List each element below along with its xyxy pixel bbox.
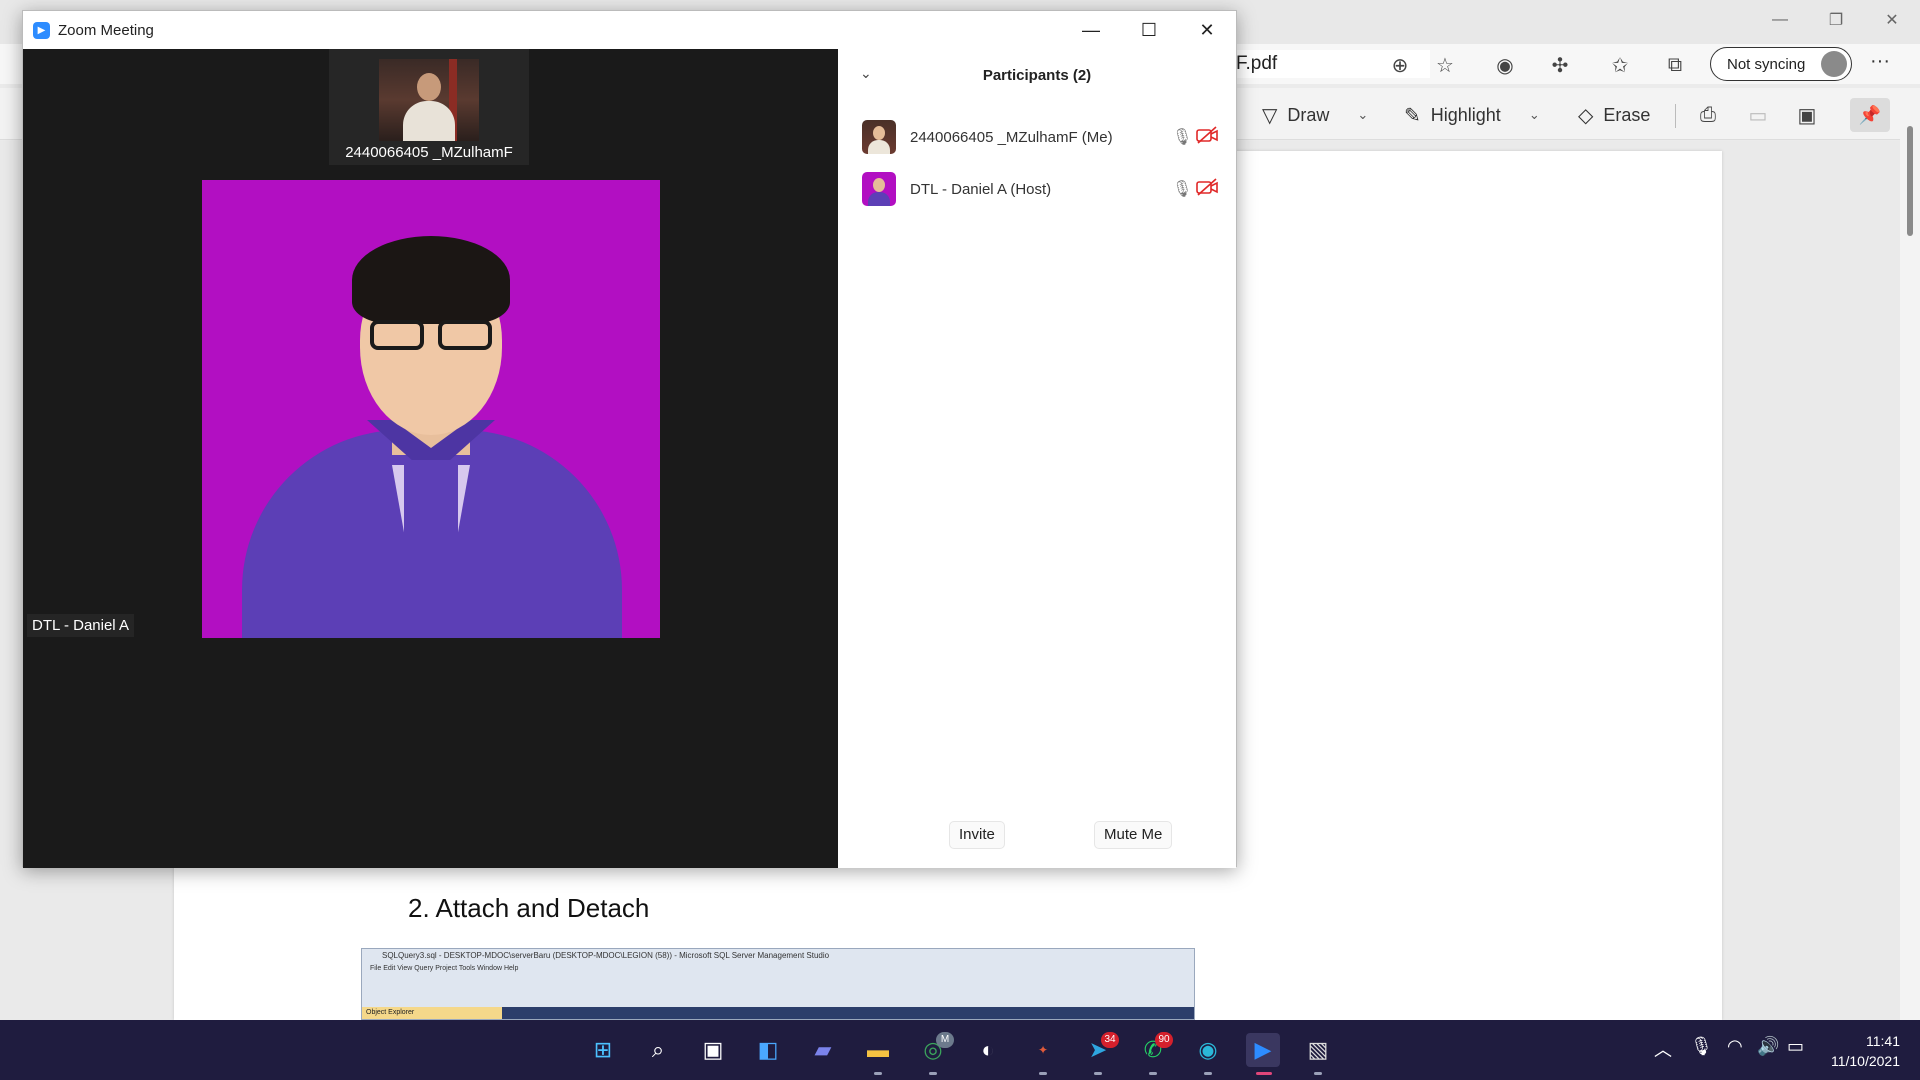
edge-minimize-icon[interactable]: —: [1752, 0, 1808, 40]
zoom-meeting-window: ▶ Zoom Meeting — ☐ ✕ 2440066405 _MZulham…: [22, 10, 1237, 868]
add-favorite-icon[interactable]: ☆: [1430, 50, 1460, 80]
pdf-embedded-screenshot: SQLQuery3.sql - DESKTOP-MDOC\serverBaru …: [361, 948, 1195, 1020]
invite-button[interactable]: Invite: [949, 821, 1005, 849]
zoom-title-bar: ▶ Zoom Meeting — ☐ ✕: [23, 11, 1236, 49]
draw-label: Draw: [1287, 104, 1330, 125]
chevron-down-icon[interactable]: ⌄: [1357, 107, 1368, 123]
taskbar: [0, 1020, 1920, 1080]
self-video-photo: [379, 59, 479, 141]
widgets-icon[interactable]: ◧: [751, 1033, 785, 1067]
self-video-thumbnail[interactable]: 2440066405 _MZulhamF: [329, 49, 529, 165]
draw-icon: ▽: [1262, 104, 1278, 127]
print-icon[interactable]: ⎙: [1693, 100, 1723, 130]
start-windows-icon[interactable]: ⊞: [586, 1033, 620, 1067]
zoom-logo-icon: ▶: [33, 21, 50, 39]
pdf-scrollbar[interactable]: [1900, 88, 1920, 1020]
file-explorer-icon[interactable]: ▬: [861, 1033, 895, 1067]
app-running-indicator: [1314, 1072, 1322, 1075]
speaker-glasses: [370, 320, 492, 350]
participants-panel: ⌄ Participants (2) 2440066405 _MZulhamF …: [838, 49, 1236, 868]
collections-icon[interactable]: ⧉: [1660, 50, 1690, 80]
app-running-indicator: [874, 1072, 882, 1075]
telegram-unread-badge: 34: [1101, 1032, 1119, 1048]
video-area: 2440066405 _MZulhamF DTL - Daniel A: [23, 49, 838, 868]
edge-restore-icon[interactable]: ❐: [1808, 0, 1864, 40]
volume-icon[interactable]: 🔊: [1757, 1036, 1779, 1057]
avatar: [862, 172, 896, 206]
video-off-icon[interactable]: [1192, 125, 1222, 149]
sync-status-label: Not syncing: [1727, 55, 1806, 73]
app-running-indicator: [929, 1072, 937, 1075]
app-running-indicator: [1149, 1072, 1157, 1075]
active-speaker-name-tag: DTL - Daniel A: [27, 614, 134, 637]
mute-me-button[interactable]: Mute Me: [1094, 821, 1173, 849]
maximize-icon[interactable]: ☐: [1120, 11, 1178, 49]
scrollbar-thumb[interactable]: [1907, 126, 1913, 236]
app-running-indicator: [1204, 1072, 1212, 1075]
chrome-profile-badge: M: [936, 1032, 954, 1048]
highlight-icon: ✎: [1404, 104, 1421, 127]
wifi-icon[interactable]: ◠: [1727, 1036, 1743, 1057]
app-active-indicator: [1256, 1072, 1272, 1075]
profile-avatar-icon: [1821, 51, 1847, 77]
embedded-title: SQLQuery3.sql - DESKTOP-MDOC\serverBaru …: [382, 951, 830, 960]
avatar: [862, 120, 896, 154]
close-icon[interactable]: ✕: [1178, 11, 1236, 49]
draw-tool-button[interactable]: ▽ Draw ⌄: [1262, 100, 1368, 130]
battery-icon[interactable]: ▭: [1787, 1036, 1804, 1057]
app-running-indicator: [1094, 1072, 1102, 1075]
participant-name: 2440066405 _MZulhamF (Me): [910, 128, 1113, 146]
toolbar-divider: [1675, 104, 1676, 128]
whatsapp-unread-badge: 90: [1155, 1032, 1173, 1048]
edge-icon[interactable]: ◉: [1191, 1033, 1225, 1067]
highlight-label: Highlight: [1430, 104, 1501, 125]
zoom-window-title: Zoom Meeting: [58, 21, 154, 39]
teams-chat-icon[interactable]: ▰: [806, 1033, 840, 1067]
edge-window-controls: — ❐ ✕: [1752, 0, 1920, 40]
eraser-icon: ◇: [1578, 104, 1594, 127]
pin-toolbar-icon[interactable]: 📌: [1850, 98, 1890, 132]
steam-icon[interactable]: ◐: [971, 1033, 1005, 1067]
highlight-tool-button[interactable]: ✎ Highlight ⌄: [1404, 100, 1540, 130]
favorites-icon[interactable]: ✩: [1605, 50, 1635, 80]
system-clock[interactable]: 11:41 11/10/2021: [1831, 1031, 1900, 1071]
search-icon[interactable]: ⌕: [641, 1033, 675, 1067]
clock-time: 11:41: [1866, 1033, 1900, 1049]
more-options-icon[interactable]: ···: [1870, 50, 1890, 73]
embedded-object-explorer: Object Explorer: [362, 1007, 502, 1019]
profile-sync-button[interactable]: Not syncing: [1710, 47, 1852, 81]
pdf-section-heading: 2. Attach and Detach: [408, 893, 650, 923]
zoom-in-icon[interactable]: ⊕: [1385, 50, 1415, 80]
extension-globe-icon[interactable]: ◉: [1490, 50, 1520, 80]
participants-panel-title: Participants (2): [982, 67, 1092, 84]
video-off-icon[interactable]: [1192, 177, 1222, 201]
microphone-icon[interactable]: 🎙: [1172, 179, 1192, 199]
save-as-icon[interactable]: ▣: [1792, 100, 1822, 130]
embedded-menu: File Edit View Query Project Tools Windo…: [370, 965, 519, 972]
participant-row[interactable]: 2440066405 _MZulhamF (Me) 🎙: [862, 117, 1222, 157]
active-speaker-video[interactable]: [202, 180, 660, 638]
participant-name: DTL - Daniel A (Host): [910, 180, 1052, 198]
chevron-down-icon[interactable]: ⌄: [1529, 107, 1540, 123]
photos-app-icon[interactable]: ▧: [1301, 1033, 1335, 1067]
zoom-window-controls: — ☐ ✕: [1062, 11, 1236, 49]
minimize-icon[interactable]: —: [1062, 11, 1120, 49]
task-view-icon[interactable]: ▣: [696, 1033, 730, 1067]
microphone-tray-icon[interactable]: 🎙: [1690, 1036, 1713, 1057]
app-running-indicator: [1039, 1072, 1047, 1075]
extensions-icon[interactable]: ✣: [1545, 50, 1575, 80]
erase-tool-button[interactable]: ◇ Erase: [1578, 100, 1650, 130]
zoom-taskbar-icon[interactable]: ▶: [1246, 1033, 1280, 1067]
save-icon: ▭: [1748, 104, 1768, 127]
participant-row[interactable]: DTL - Daniel A (Host) 🎙: [862, 169, 1222, 209]
self-video-name: 2440066405 _MZulhamF: [345, 144, 513, 161]
show-hidden-icons-icon[interactable]: ︿: [1654, 1036, 1672, 1062]
erase-label: Erase: [1603, 104, 1651, 125]
clock-date: 11/10/2021: [1830, 1053, 1900, 1069]
edge-close-icon[interactable]: ✕: [1864, 0, 1920, 40]
spot-app-icon[interactable]: ✦: [1026, 1033, 1060, 1067]
microphone-icon[interactable]: 🎙: [1172, 127, 1192, 147]
